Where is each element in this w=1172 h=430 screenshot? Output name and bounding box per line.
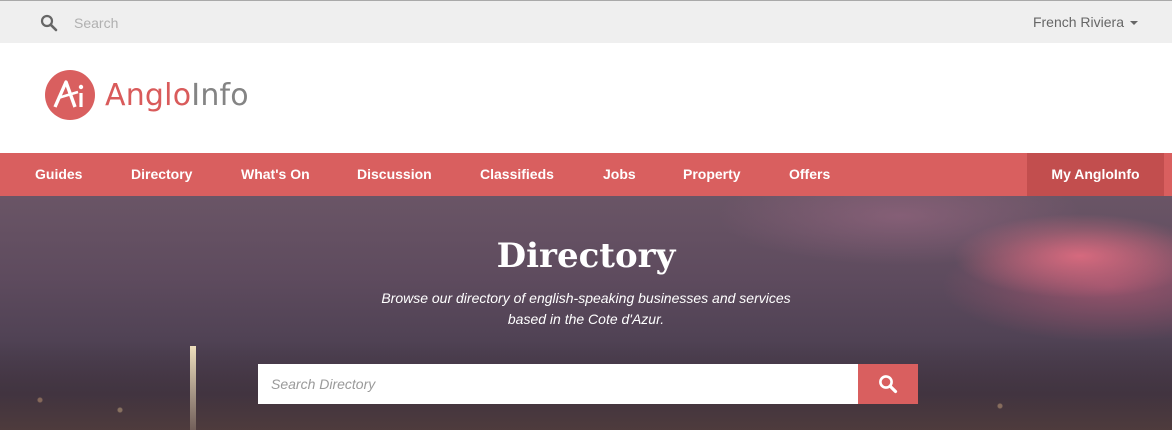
nav-item-offers[interactable]: Offers xyxy=(789,153,830,196)
subtitle-line-2: based in the Cote d'Azur. xyxy=(507,311,665,327)
region-selector[interactable]: French Riviera xyxy=(1033,14,1138,30)
logo-wordmark: AngloInfo xyxy=(105,78,249,113)
nav-item-jobs[interactable]: Jobs xyxy=(603,153,636,196)
top-bar: French Riviera xyxy=(0,0,1172,43)
search-icon[interactable] xyxy=(40,14,58,32)
site-header: AngloInfo xyxy=(0,43,1172,153)
logo[interactable]: AngloInfo xyxy=(44,69,249,121)
hero-banner: Directory Browse our directory of englis… xyxy=(0,196,1172,430)
region-label: French Riviera xyxy=(1032,14,1124,30)
page-title: Directory xyxy=(496,236,676,276)
site-search-input[interactable] xyxy=(66,9,426,37)
page-subtitle: Browse our directory of english-speaking… xyxy=(336,288,836,330)
nav-item-classifieds[interactable]: Classifieds xyxy=(480,153,554,196)
search-icon xyxy=(879,375,898,394)
nav-item-guides[interactable]: Guides xyxy=(35,153,82,196)
nav-item-whats-on[interactable]: What's On xyxy=(241,153,310,196)
tower-light-decoration xyxy=(190,346,196,430)
nav-item-discussion[interactable]: Discussion xyxy=(357,153,432,196)
caret-down-icon xyxy=(1130,21,1138,25)
logo-mark-icon xyxy=(45,70,95,120)
directory-search-input[interactable] xyxy=(258,364,858,404)
logo-info-text: Info xyxy=(191,77,249,113)
subtitle-line-1: Browse our directory of english-speaking… xyxy=(381,290,791,306)
logo-anglo-text: Anglo xyxy=(105,77,192,113)
nav-item-property[interactable]: Property xyxy=(683,153,741,196)
nav-item-directory[interactable]: Directory xyxy=(131,153,192,196)
main-nav: Guides Directory What's On Discussion Cl… xyxy=(0,153,1172,196)
directory-search-button[interactable] xyxy=(858,364,918,404)
my-angloinfo-button[interactable]: My AngloInfo xyxy=(1027,153,1164,196)
